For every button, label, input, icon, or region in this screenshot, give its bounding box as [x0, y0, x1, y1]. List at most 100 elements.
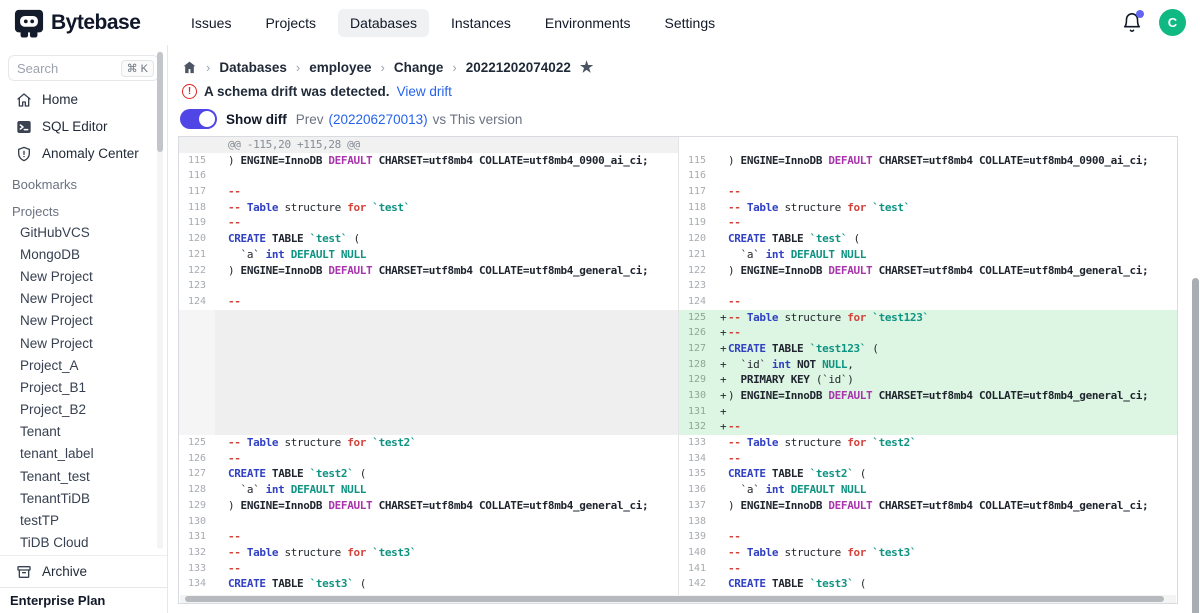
breadcrumb-employee[interactable]: employee: [309, 60, 371, 75]
diff-marker: [215, 357, 228, 373]
sidebar-item-sql-editor[interactable]: SQL Editor: [0, 113, 167, 140]
code-line: [228, 404, 678, 420]
show-diff-toggle[interactable]: [180, 109, 217, 129]
code-line: [728, 404, 1177, 420]
project-item[interactable]: Project_A: [0, 354, 167, 376]
line-number: 121: [179, 247, 215, 263]
code-line: [728, 514, 1177, 530]
diff-right-column: 115) ENGINE=InnoDB DEFAULT CHARSET=utf8m…: [678, 137, 1177, 603]
view-drift-link[interactable]: View drift: [397, 84, 452, 99]
diff-hscroll-thumb[interactable]: [185, 596, 1164, 602]
diff-marker: [215, 137, 228, 153]
nav-item-issues[interactable]: Issues: [179, 9, 243, 37]
diff-marker: [715, 466, 728, 482]
code-line: [228, 357, 678, 373]
diff-row: 131+: [679, 404, 1177, 420]
diff-row: 122) ENGINE=InnoDB DEFAULT CHARSET=utf8m…: [679, 263, 1177, 279]
diff-marker: [215, 466, 228, 482]
line-number: [179, 325, 215, 341]
diff-row: [179, 325, 678, 341]
breadcrumb-databases[interactable]: Databases: [219, 60, 287, 75]
diff-row: 125+-- Table structure for `test123`: [679, 310, 1177, 326]
code-line: CREATE TABLE `test` (: [728, 231, 1177, 247]
diff-row: @@ -115,20 +115,28 @@: [179, 137, 678, 153]
project-item[interactable]: tenant_label: [0, 443, 167, 465]
star-icon[interactable]: ★: [580, 60, 593, 75]
terminal-icon: [16, 119, 32, 135]
avatar[interactable]: C: [1159, 9, 1186, 36]
project-item[interactable]: New Project: [0, 265, 167, 287]
diff-horizontal-scrollbar[interactable]: [180, 595, 1176, 603]
project-item[interactable]: New Project: [0, 332, 167, 354]
line-number: 116: [679, 168, 715, 184]
breadcrumb-home-icon[interactable]: [182, 60, 197, 75]
diff-marker: [215, 529, 228, 545]
diff-row: 133--: [179, 561, 678, 577]
project-item[interactable]: TiDB Cloud: [0, 532, 167, 551]
schema-diff-panel: @@ -115,20 +115,28 @@115) ENGINE=InnoDB …: [178, 136, 1178, 604]
project-item[interactable]: Tenant_test: [0, 465, 167, 487]
diff-row: 142CREATE TABLE `test3` (: [679, 576, 1177, 592]
breadcrumb-separator: ›: [206, 60, 210, 75]
line-number: 119: [679, 215, 715, 231]
page-vertical-scrollbar-thumb[interactable]: [1192, 278, 1199, 613]
project-item[interactable]: GitHubVCS: [0, 221, 167, 243]
diff-row: 129+ PRIMARY KEY (`id`): [679, 372, 1177, 388]
line-number: 141: [679, 561, 715, 577]
sidebar-item-anomaly-center[interactable]: Anomaly Center: [0, 140, 167, 167]
shield-icon: [16, 146, 32, 162]
nav-item-environments[interactable]: Environments: [533, 9, 643, 37]
sidebar-item-label: Archive: [42, 564, 87, 579]
notifications-bell-icon[interactable]: [1121, 12, 1143, 34]
line-number: 129: [679, 372, 715, 388]
project-item[interactable]: Tenant: [0, 421, 167, 443]
code-line: --: [228, 561, 678, 577]
code-line: -- Table structure for `test3`: [228, 545, 678, 561]
diff-row: 134CREATE TABLE `test3` (: [179, 576, 678, 592]
app-screen: Bytebase Issues Projects Databases Instance…: [0, 0, 1200, 613]
line-number: 131: [679, 404, 715, 420]
diff-row: 128 `a` int DEFAULT NULL: [179, 482, 678, 498]
prev-version-link[interactable]: (202206270013): [329, 112, 428, 127]
sidebar-item-archive[interactable]: Archive: [0, 555, 167, 587]
brand[interactable]: Bytebase: [14, 8, 179, 38]
project-item[interactable]: testTP: [0, 509, 167, 531]
code-line: -- Table structure for `test`: [228, 200, 678, 216]
project-item[interactable]: New Project: [0, 288, 167, 310]
diff-row: 130+) ENGINE=InnoDB DEFAULT CHARSET=utf8…: [679, 388, 1177, 404]
diff-marker: [215, 215, 228, 231]
search-shortcut-badge: ⌘ K: [121, 60, 154, 77]
nav-item-databases[interactable]: Databases: [338, 9, 429, 37]
line-number: 120: [179, 231, 215, 247]
search-box[interactable]: ⌘ K: [8, 55, 159, 81]
project-item[interactable]: New Project: [0, 310, 167, 332]
diff-marker: [715, 514, 728, 530]
breadcrumb: › Databases › employee › Change › 202212…: [168, 45, 1200, 75]
nav-item-settings[interactable]: Settings: [653, 9, 728, 37]
sidebar-item-home[interactable]: Home: [0, 86, 167, 113]
breadcrumb-version[interactable]: 20221202074022: [466, 60, 571, 75]
breadcrumb-change[interactable]: Change: [394, 60, 444, 75]
code-line: --: [728, 215, 1177, 231]
diff-toolbar: Show diff Prev (202206270013) vs This ve…: [168, 99, 1200, 129]
project-item[interactable]: Project_B1: [0, 376, 167, 398]
diff-marker: [715, 435, 728, 451]
diff-row: 138: [679, 514, 1177, 530]
nav-item-instances[interactable]: Instances: [439, 9, 523, 37]
diff-marker: [715, 576, 728, 592]
sidebar-scrollbar-thumb[interactable]: [157, 52, 163, 152]
project-item[interactable]: TenantTiDB: [0, 487, 167, 509]
search-input[interactable]: [17, 61, 121, 76]
line-number: 139: [679, 529, 715, 545]
line-number: 129: [179, 498, 215, 514]
diff-row: 121 `a` int DEFAULT NULL: [679, 247, 1177, 263]
diff-marker: [215, 263, 228, 279]
line-number: 134: [679, 451, 715, 467]
nav-item-projects[interactable]: Projects: [253, 9, 328, 37]
code-line: [728, 278, 1177, 294]
line-number: 130: [679, 388, 715, 404]
project-item[interactable]: Project_B2: [0, 399, 167, 421]
diff-marker: [215, 451, 228, 467]
project-item[interactable]: MongoDB: [0, 243, 167, 265]
diff-row: [179, 372, 678, 388]
